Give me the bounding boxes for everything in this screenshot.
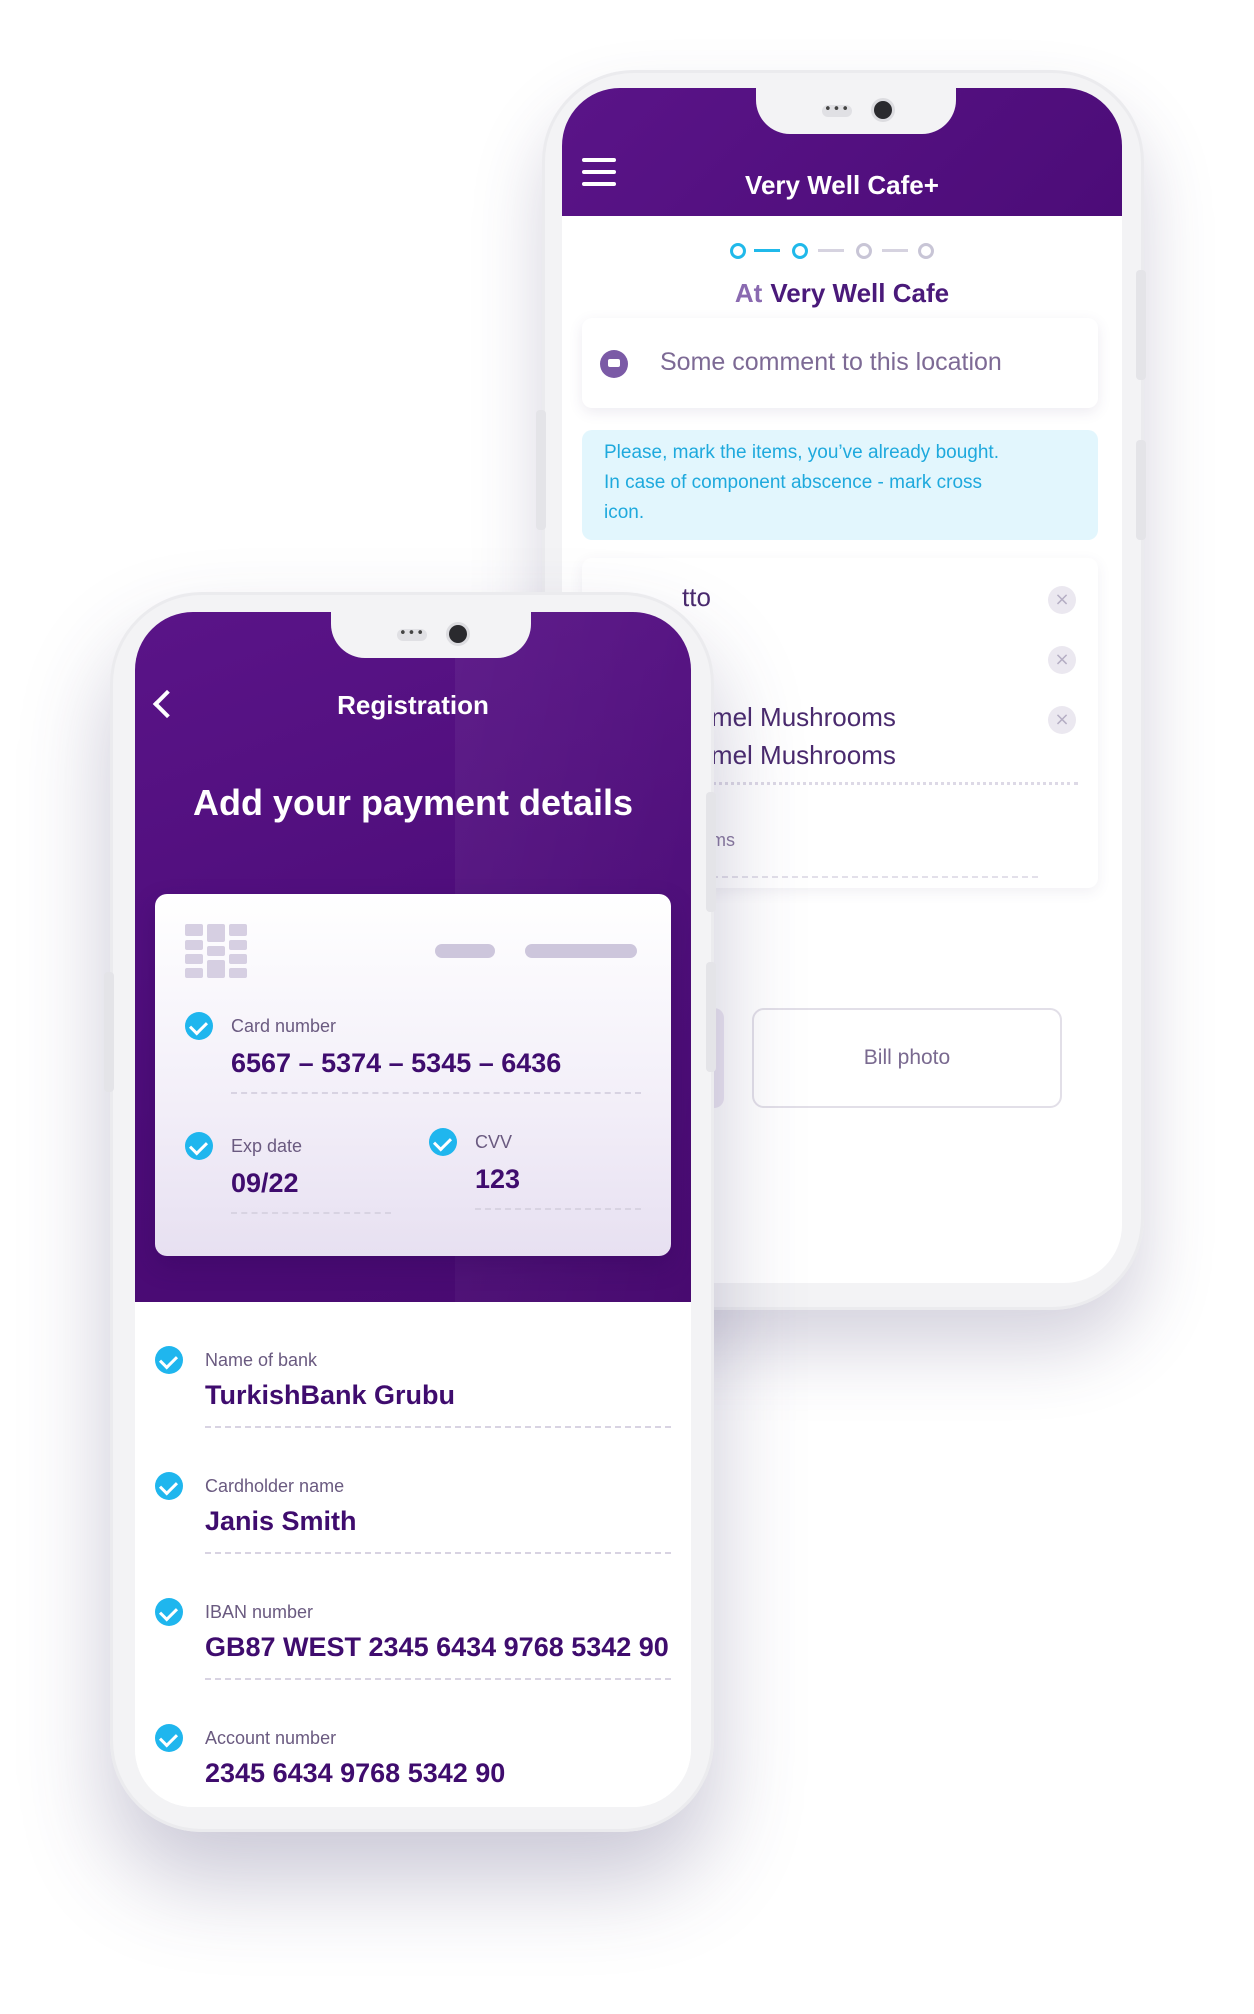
- account-number-field[interactable]: 2345 6434 9768 5342 90: [205, 1758, 505, 1789]
- check-icon: [155, 1724, 183, 1752]
- venue-name: Very Well Cafe: [770, 278, 950, 308]
- card-chip-icon: [185, 924, 247, 978]
- power-button: [706, 792, 716, 912]
- front-screen: Registration Add your payment details Ca…: [135, 612, 691, 1807]
- comment-icon: [600, 350, 628, 378]
- field-underline: [231, 1212, 391, 1214]
- step-line: [754, 249, 780, 252]
- comment-placeholder: Some comment to this location: [660, 348, 1002, 376]
- speaker-icon: •••: [822, 102, 852, 117]
- at-label: At: [734, 278, 763, 308]
- venue-title: At Very Well Cafe: [562, 278, 1122, 309]
- cvv-label: CVV: [475, 1132, 513, 1152]
- notch: •••: [331, 612, 531, 658]
- camera-icon: [874, 101, 892, 119]
- card-number-label: Card number: [231, 1016, 337, 1036]
- iban-label: IBAN number: [205, 1602, 314, 1622]
- power-button: [1136, 270, 1146, 380]
- check-icon: [155, 1598, 183, 1626]
- step-3: [856, 243, 872, 259]
- header-title: Very Well Cafe+: [745, 170, 939, 200]
- exp-date-field[interactable]: 09/22: [231, 1168, 299, 1199]
- info-line: Please, mark the items, you’ve already b…: [604, 442, 999, 463]
- volume-button: [104, 972, 114, 1092]
- step-4: [918, 243, 934, 259]
- divider: [682, 782, 1078, 785]
- header-title: Registration: [337, 690, 489, 720]
- field-underline: [475, 1208, 641, 1210]
- info-banner: Please, mark the items, you’ve already b…: [582, 430, 1098, 540]
- step-2: [792, 243, 808, 259]
- field-underline: [205, 1426, 671, 1428]
- close-icon[interactable]: ×: [1048, 706, 1076, 734]
- info-line: icon.: [604, 502, 645, 523]
- front-phone: Registration Add your payment details Ca…: [104, 592, 716, 1832]
- close-icon[interactable]: ×: [1048, 646, 1076, 674]
- list-item[interactable]: tto: [682, 582, 711, 613]
- field-underline: [205, 1678, 671, 1680]
- volume-button: [536, 410, 546, 530]
- comment-field[interactable]: Some comment to this location: [582, 318, 1098, 408]
- card-decoration: [435, 944, 495, 958]
- step-line: [882, 249, 908, 252]
- account-number-label: Account number: [205, 1728, 337, 1748]
- field-underline: [205, 1552, 671, 1554]
- bank-details-form: Name of bank TurkishBank Grubu Cardholde…: [135, 1302, 691, 1807]
- cardholder-label: Cardholder name: [205, 1476, 345, 1496]
- list-item[interactable]: namel Mushrooms: [682, 740, 896, 771]
- notch: •••: [756, 88, 956, 134]
- iban-field[interactable]: GB87 WEST 2345 6434 9768 5342 90: [205, 1632, 669, 1663]
- side-button: [1136, 440, 1146, 540]
- page-title: Add your payment details: [192, 782, 634, 823]
- divider: [682, 876, 1038, 878]
- check-icon: [185, 1132, 213, 1160]
- check-icon: [155, 1472, 183, 1500]
- cvv-field[interactable]: 123: [475, 1164, 520, 1195]
- card-number-field[interactable]: 6567 – 5374 – 5345 – 6436: [231, 1048, 561, 1079]
- bill-photo-button[interactable]: Bill photo: [752, 1008, 1062, 1108]
- card-decoration: [525, 944, 637, 958]
- info-line: In case of component abscence - mark cro…: [604, 472, 983, 493]
- step-line: [818, 249, 844, 252]
- exp-date-label: Exp date: [231, 1136, 303, 1156]
- bank-name-field[interactable]: TurkishBank Grubu: [205, 1380, 455, 1411]
- list-item[interactable]: namel Mushrooms: [682, 702, 896, 733]
- camera-icon: [449, 625, 467, 643]
- check-icon: [185, 1012, 213, 1040]
- check-icon: [429, 1128, 457, 1156]
- field-underline: [231, 1092, 641, 1094]
- close-icon[interactable]: ×: [1048, 586, 1076, 614]
- cardholder-field[interactable]: Janis Smith: [205, 1506, 357, 1537]
- step-1: [730, 243, 746, 259]
- registration-header: Registration Add your payment details Ca…: [135, 612, 691, 1312]
- speaker-icon: •••: [397, 626, 427, 641]
- side-button: [706, 962, 716, 1072]
- bank-name-label: Name of bank: [205, 1350, 318, 1370]
- check-icon: [155, 1346, 183, 1374]
- payment-card: Card number 6567 – 5374 – 5345 – 6436 Ex…: [155, 894, 671, 1256]
- progress-stepper: [730, 240, 950, 260]
